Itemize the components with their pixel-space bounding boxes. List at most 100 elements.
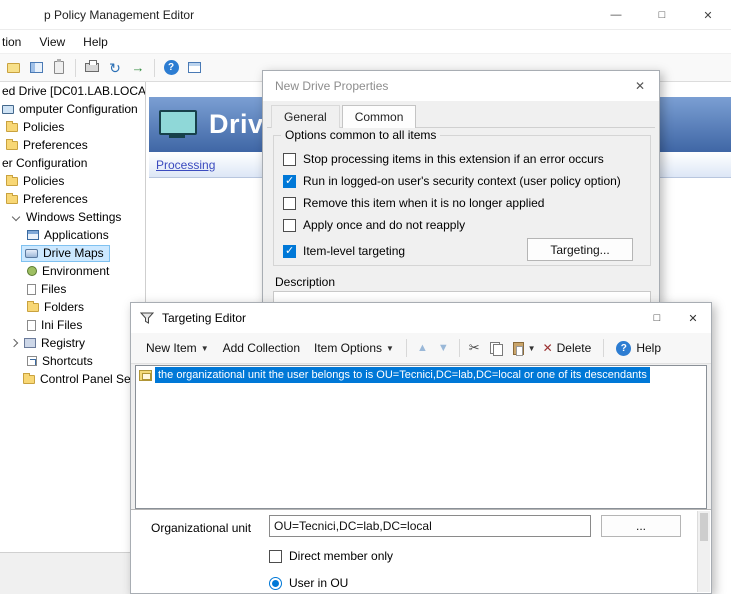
drive-dialog-title: New Drive Properties [275,79,388,93]
folder-icon [27,303,39,312]
organizational-unit-label: Organizational unit [151,521,251,535]
tree-item-drive-maps[interactable]: Drive Maps [0,244,145,262]
menu-view[interactable]: View [30,35,74,49]
targeting-close-button[interactable]: ✕ [675,303,711,333]
help-icon: ? [616,341,631,356]
delete-button[interactable]: ✕ Delete [536,337,599,359]
refresh-icon[interactable]: ↻ [105,58,125,78]
toolbar-separator [459,339,460,357]
direct-member-label: Direct member only [289,549,393,563]
tree-item-user-configuration[interactable]: er Configuration [0,154,145,172]
export-icon[interactable]: → [128,58,148,78]
console-icon[interactable] [3,58,23,78]
shortcut-icon [27,356,37,366]
file-icon [27,320,36,331]
help-icon[interactable]: ? [161,58,181,78]
move-up-icon[interactable]: ▲ [412,342,433,354]
minimize-button[interactable]: — [593,0,639,30]
targeting-items-list[interactable]: the organizational unit the user belongs… [135,365,707,509]
processing-link[interactable]: Processing [156,158,215,172]
tree-item-folders[interactable]: Folders [0,298,145,316]
tree-item-preferences-user[interactable]: Preferences [0,190,145,208]
new-item-button[interactable]: New Item▼ [139,337,216,359]
targeting-button[interactable]: Targeting... [527,238,633,261]
tree-item-ini-files[interactable]: Ini Files [0,316,145,334]
checkbox-apply-once[interactable] [283,219,296,232]
printer-glyph [85,63,99,72]
tree-view-glyph [30,62,43,73]
checkbox-item-level-targeting[interactable] [283,245,296,258]
folder-icon [23,375,35,384]
move-down-icon[interactable]: ▼ [433,342,454,354]
tree-item-policies-computer[interactable]: Policies [0,118,145,136]
option-row: Stop processing items in this extension … [283,151,604,167]
tree-item-gpo-root[interactable]: ed Drive [DC01.LAB.LOCA [0,82,145,100]
close-button[interactable]: ✕ [685,0,731,30]
option-row: Apply once and do not reapply [283,217,465,233]
checkbox-label: Item-level targeting [303,244,405,258]
tree-item-files[interactable]: Files [0,280,145,298]
tree-item-shortcuts[interactable]: Shortcuts [0,352,145,370]
tree-item-label: Registry [41,336,85,350]
item-properties-panel: Organizational unit ... Direct member on… [131,509,711,593]
tree-item-label: er Configuration [2,156,87,170]
browse-button[interactable]: ... [601,515,681,537]
help-button[interactable]: ? Help [609,337,668,360]
tree-item-preferences-computer[interactable]: Preferences [0,136,145,154]
table-icon[interactable] [184,58,204,78]
drive-dialog-tabs: General Common [271,105,418,128]
dropdown-arrow-icon: ▼ [201,344,209,353]
chevron-right-icon[interactable] [10,339,18,347]
tree-item-label: Ini Files [41,318,82,332]
tree-item-windows-settings[interactable]: Windows Settings [0,208,145,226]
tree-item-control-panel-settings[interactable]: Control Panel Sett [0,370,145,388]
tree-view-icon[interactable] [26,58,46,78]
direct-member-row: Direct member only [269,549,393,563]
description-label: Description [275,275,335,289]
delete-label: Delete [557,341,592,355]
toolbar-separator [154,59,155,77]
tree-item-applications[interactable]: Applications [0,226,145,244]
help-label: Help [636,341,661,355]
paste-dropdown-arrow-icon[interactable]: ▼ [528,344,536,353]
chevron-down-icon[interactable] [12,213,20,221]
checkbox-stop-processing[interactable] [283,153,296,166]
menu-help[interactable]: Help [74,35,117,49]
panel-scrollbar[interactable] [697,511,710,592]
tab-common[interactable]: Common [342,105,417,128]
file-icon [27,284,36,295]
tree-item-label: omputer Configuration [19,102,138,116]
user-in-ou-radio[interactable] [269,577,282,590]
clipboard-icon[interactable] [49,58,69,78]
targeting-maximize-button[interactable]: □ [639,303,675,333]
cut-icon[interactable]: ✂ [465,340,484,356]
direct-member-checkbox[interactable] [269,550,282,563]
maximize-button[interactable]: □ [639,0,685,30]
tab-general[interactable]: General [271,105,340,128]
tree-item-environment[interactable]: Environment [0,262,145,280]
user-in-ou-label: User in OU [289,576,348,590]
checkbox-remove-when-not-applied[interactable] [283,197,296,210]
drive-dialog-close-button[interactable]: ✕ [629,76,651,96]
checkbox-label: Run in logged-on user's security context… [303,174,621,188]
tree-item-policies-user[interactable]: Policies [0,172,145,190]
item-options-label: Item Options [314,341,382,355]
copy-icon[interactable] [490,342,502,355]
delete-x-icon: ✕ [543,341,553,355]
printer-icon[interactable] [82,58,102,78]
tree-item-computer-configuration[interactable]: omputer Configuration [0,100,145,118]
window-title: p Policy Management Editor [44,8,194,22]
scrollbar-thumb[interactable] [700,513,708,541]
checkbox-run-user-context[interactable] [283,175,296,188]
console-tree: ed Drive [DC01.LAB.LOCA omputer Configur… [0,82,145,552]
menu-action[interactable]: tion [0,35,30,49]
organizational-unit-input[interactable] [269,515,591,537]
paste-icon[interactable] [513,342,524,355]
gear-icon [27,266,37,276]
drive-dialog-titlebar: New Drive Properties ✕ [263,71,659,101]
tree-item-registry[interactable]: Registry [0,334,145,352]
export-glyph: → [132,61,145,74]
item-options-button[interactable]: Item Options▼ [307,337,401,359]
add-collection-button[interactable]: Add Collection [216,337,307,359]
targeting-item-selected[interactable]: the organizational unit the user belongs… [136,366,706,384]
